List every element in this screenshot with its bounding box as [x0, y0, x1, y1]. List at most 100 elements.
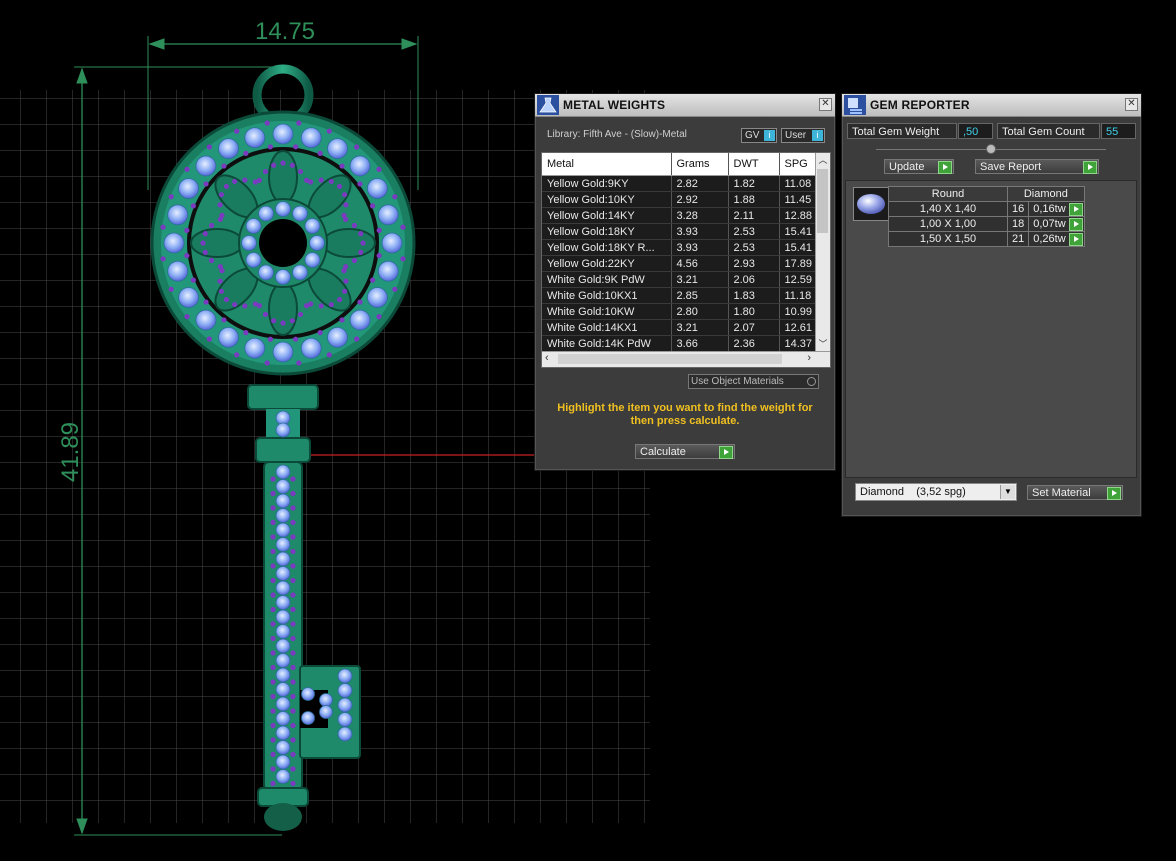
h-scroll-thumb[interactable]: [558, 354, 782, 364]
prong-bead: [343, 216, 349, 223]
gem-reporter-titlebar[interactable]: GEM REPORTER ✕: [842, 94, 1141, 117]
metal-table: Metal Grams DWT SPG Yellow Gold:9KY 2.82 1.82…: [542, 153, 830, 352]
petal-shape: [322, 228, 376, 258]
metal-row[interactable]: Yellow Gold:14KY 3.28 2.11 12.88: [542, 207, 830, 224]
gem-list-area[interactable]: Round Diamond 1,40 X 1,40 16 0,16tw 1,00 X 1,…: [845, 180, 1137, 478]
prong-bead: [290, 621, 296, 627]
gem-reporter-panel[interactable]: GEM REPORTER ✕ Total Gem Weight ,50 Tota…: [841, 93, 1142, 517]
gem-row[interactable]: 1,00 X 1,00 18 0,07tw: [888, 216, 1086, 232]
metal-cell: 2.82: [671, 175, 729, 192]
horizontal-scrollbar[interactable]: ‹ ›: [542, 351, 830, 367]
diamond-gem: [366, 287, 388, 308]
scroll-right-icon[interactable]: ›: [807, 352, 811, 364]
metal-row[interactable]: White Gold:10KW 2.80 1.80 10.99: [542, 303, 830, 320]
user-toggle[interactable]: User i: [781, 128, 825, 143]
diamond-gem: [195, 309, 217, 331]
close-icon[interactable]: ✕: [819, 98, 832, 111]
diamond-gem: [258, 205, 274, 222]
metal-row[interactable]: Yellow Gold:9KY 2.82 1.82 11.08: [542, 175, 830, 192]
prong-bead: [270, 592, 276, 598]
prong-bead: [208, 257, 215, 264]
metal-weights-panel[interactable]: METAL WEIGHTS ✕ Library: Fifth Ave - (Sl…: [534, 93, 836, 471]
prong-bead: [270, 577, 276, 584]
prong-bead: [336, 296, 343, 303]
column-header[interactable]: DWT: [728, 153, 780, 176]
gem-row-select-button[interactable]: [1068, 232, 1085, 247]
prong-bead: [351, 257, 358, 264]
scroll-up-icon[interactable]: ︿: [816, 153, 830, 167]
prong-bead: [160, 256, 166, 262]
metal-row[interactable]: Yellow Gold:22KY 4.56 2.93 17.89: [542, 255, 830, 272]
metal-weights-titlebar[interactable]: METAL WEIGHTS ✕: [535, 94, 835, 117]
scroll-down-icon[interactable]: ﹀: [816, 337, 830, 351]
diamond-gem: [275, 711, 291, 726]
gem-count-cell: 16: [1006, 201, 1030, 217]
petal-shape: [190, 228, 244, 258]
prong-bead: [400, 256, 406, 262]
prong-bead: [217, 263, 223, 270]
metal-weights-title: METAL WEIGHTS: [563, 98, 666, 112]
round-gem-icon: [857, 194, 885, 214]
metal-row[interactable]: Yellow Gold:18KY R... 3.93 2.53 15.41: [542, 239, 830, 256]
total-gem-count-label: Total Gem Count: [997, 123, 1100, 139]
diamond-gem: [337, 726, 353, 742]
close-icon[interactable]: ✕: [1125, 98, 1138, 111]
metal-row[interactable]: White Gold:9K PdW 3.21 2.06 12.59: [542, 271, 830, 288]
gem-row-select-button[interactable]: [1068, 202, 1085, 217]
prong-bead: [354, 144, 360, 150]
prong-bead: [203, 181, 209, 187]
metal-cell: 2.11: [728, 207, 780, 224]
metal-row[interactable]: White Gold:14KX1 3.21 2.07 12.61: [542, 319, 830, 336]
prong-bead: [190, 203, 196, 209]
gem-row-select-button[interactable]: [1068, 217, 1085, 232]
prong-bead: [223, 296, 230, 303]
prong-bead: [392, 194, 398, 200]
chevron-down-icon[interactable]: ▼: [1000, 485, 1015, 499]
gv-toggle[interactable]: GV i: [741, 128, 777, 143]
use-object-materials-toggle[interactable]: Use Object Materials: [688, 374, 819, 389]
play-icon: [719, 446, 733, 459]
vertical-scrollbar[interactable]: ︿ ﹀: [815, 153, 830, 351]
material-select[interactable]: Diamond (3,52 spg) ▼: [855, 483, 1017, 501]
splitter-handle-icon[interactable]: [986, 144, 996, 154]
diamond-gem: [337, 697, 353, 713]
update-button[interactable]: Update: [884, 159, 954, 174]
metal-row[interactable]: Yellow Gold:10KY 2.92 1.88 11.45: [542, 191, 830, 208]
prong-bead: [264, 360, 270, 366]
gem-thumbnail[interactable]: [853, 187, 889, 221]
metal-list[interactable]: Metal Grams DWT SPG Yellow Gold:9KY 2.82 1.82…: [541, 152, 831, 368]
metal-cell: Yellow Gold:18KY R...: [542, 239, 672, 256]
diamond-gem: [275, 624, 291, 639]
diamond-gem: [292, 205, 308, 222]
prong-bead: [357, 299, 363, 305]
scroll-thumb[interactable]: [817, 169, 828, 233]
metal-cell: 2.53: [728, 239, 780, 256]
metal-row[interactable]: White Gold:14K PdW 3.66 2.36 14.37: [542, 335, 830, 352]
diamond-gem: [301, 687, 315, 701]
prong-bead: [297, 168, 304, 175]
gem-row[interactable]: 1,40 X 1,40 16 0,16tw: [888, 201, 1086, 217]
instruction-text: Highlight the item you want to find the …: [557, 402, 813, 427]
diamond-gem: [337, 712, 353, 727]
calculate-button[interactable]: Calculate: [635, 444, 735, 459]
prong-bead: [290, 490, 296, 497]
gem-count-cell: 18: [1006, 216, 1030, 232]
set-material-button[interactable]: Set Material: [1027, 485, 1123, 500]
diamond-gem: [377, 260, 399, 282]
column-header[interactable]: Metal: [542, 153, 672, 176]
splitter[interactable]: [876, 144, 1106, 154]
metal-row[interactable]: White Gold:10KX1 2.85 1.83 11.18: [542, 287, 830, 304]
metal-row[interactable]: Yellow Gold:18KY 3.93 2.53 15.41: [542, 223, 830, 240]
diamond-gem: [275, 551, 291, 567]
play-icon: [1068, 217, 1083, 231]
diamond-gem: [337, 683, 353, 698]
gem-row[interactable]: 1,50 X 1,50 21 0,26tw: [888, 231, 1086, 247]
column-header[interactable]: Grams: [671, 153, 729, 176]
metal-cell: 3.21: [671, 319, 729, 336]
scroll-left-icon[interactable]: ‹: [545, 352, 549, 364]
gem-size-cell: 1,50 X 1,50: [888, 231, 1008, 247]
prong-bead: [270, 737, 276, 743]
info-icon: i: [812, 130, 823, 141]
prong-bead: [290, 476, 296, 482]
save-report-button[interactable]: Save Report: [975, 159, 1099, 174]
